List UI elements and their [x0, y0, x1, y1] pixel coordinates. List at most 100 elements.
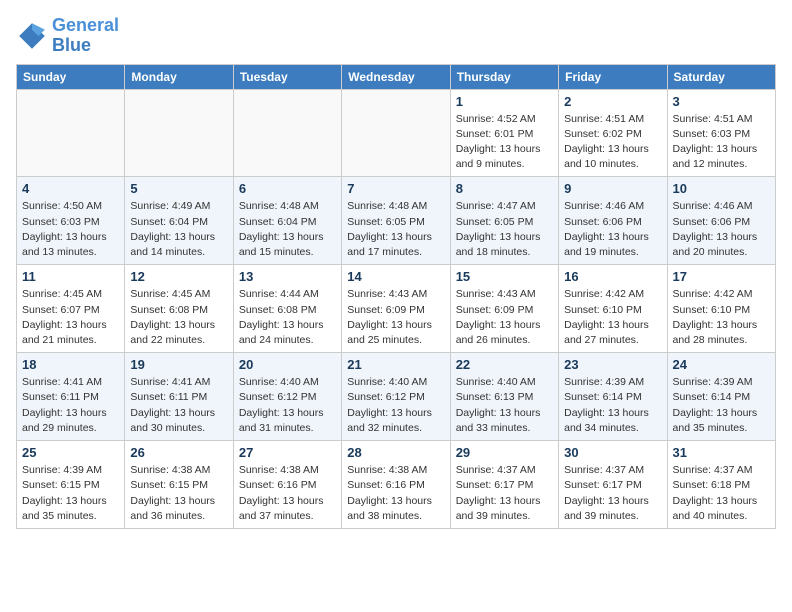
calendar-cell: 3 Sunrise: 4:51 AM Sunset: 6:03 PM Daylig…: [667, 89, 775, 177]
day-info: Sunrise: 4:41 AM Sunset: 6:11 PM Dayligh…: [22, 375, 119, 436]
day-number: 30: [564, 445, 661, 460]
day-info: Sunrise: 4:45 AM Sunset: 6:07 PM Dayligh…: [22, 287, 119, 348]
day-info: Sunrise: 4:48 AM Sunset: 6:05 PM Dayligh…: [347, 199, 444, 260]
calendar-week-4: 18Sunrise: 4:41 AM Sunset: 6:11 PM Dayli…: [17, 353, 776, 441]
day-info: Sunrise: 4:40 AM Sunset: 6:12 PM Dayligh…: [347, 375, 444, 436]
weekday-header-thursday: Thursday: [450, 64, 558, 89]
calendar-cell: 8 Sunrise: 4:47 AM Sunset: 6:05 PM Daylig…: [450, 177, 558, 265]
weekday-header-sunday: Sunday: [17, 64, 125, 89]
day-number: 2: [564, 94, 661, 109]
calendar-cell: 11 Sunrise: 4:45 AM Sunset: 6:07 PM Dayli…: [17, 265, 125, 353]
day-number: 22: [456, 357, 553, 372]
day-number: 8: [456, 181, 553, 196]
calendar-cell: 15Sunrise: 4:43 AM Sunset: 6:09 PM Dayli…: [450, 265, 558, 353]
calendar-cell: 31 Sunrise: 4:37 AM Sunset: 6:18 PM Dayli…: [667, 441, 775, 529]
day-info: Sunrise: 4:49 AM Sunset: 6:04 PM Dayligh…: [130, 199, 227, 260]
calendar-cell: 12 Sunrise: 4:45 AM Sunset: 6:08 PM Dayli…: [125, 265, 233, 353]
day-number: 31: [673, 445, 770, 460]
day-info: Sunrise: 4:44 AM Sunset: 6:08 PM Dayligh…: [239, 287, 336, 348]
day-number: 29: [456, 445, 553, 460]
calendar-cell: 21 Sunrise: 4:40 AM Sunset: 6:12 PM Dayli…: [342, 353, 450, 441]
calendar-week-5: 25 Sunrise: 4:39 AM Sunset: 6:15 PM Dayli…: [17, 441, 776, 529]
calendar-cell: 29 Sunrise: 4:37 AM Sunset: 6:17 PM Dayli…: [450, 441, 558, 529]
calendar-cell: 22 Sunrise: 4:40 AM Sunset: 6:13 PM Dayli…: [450, 353, 558, 441]
day-number: 24: [673, 357, 770, 372]
weekday-header-row: SundayMondayTuesdayWednesdayThursdayFrid…: [17, 64, 776, 89]
calendar-cell: 26Sunrise: 4:38 AM Sunset: 6:15 PM Dayli…: [125, 441, 233, 529]
day-info: Sunrise: 4:45 AM Sunset: 6:08 PM Dayligh…: [130, 287, 227, 348]
logo-text: General Blue: [52, 16, 119, 56]
calendar-cell: [342, 89, 450, 177]
day-number: 7: [347, 181, 444, 196]
day-number: 4: [22, 181, 119, 196]
weekday-header-friday: Friday: [559, 64, 667, 89]
day-number: 19: [130, 357, 227, 372]
calendar-cell: 5 Sunrise: 4:49 AM Sunset: 6:04 PM Daylig…: [125, 177, 233, 265]
calendar-cell: [233, 89, 341, 177]
day-info: Sunrise: 4:37 AM Sunset: 6:18 PM Dayligh…: [673, 463, 770, 524]
day-number: 11: [22, 269, 119, 284]
day-number: 23: [564, 357, 661, 372]
day-info: Sunrise: 4:40 AM Sunset: 6:12 PM Dayligh…: [239, 375, 336, 436]
calendar-cell: 16Sunrise: 4:42 AM Sunset: 6:10 PM Dayli…: [559, 265, 667, 353]
day-info: Sunrise: 4:46 AM Sunset: 6:06 PM Dayligh…: [564, 199, 661, 260]
calendar-cell: 23 Sunrise: 4:39 AM Sunset: 6:14 PM Dayli…: [559, 353, 667, 441]
calendar-cell: 13 Sunrise: 4:44 AM Sunset: 6:08 PM Dayli…: [233, 265, 341, 353]
day-info: Sunrise: 4:47 AM Sunset: 6:05 PM Dayligh…: [456, 199, 553, 260]
calendar-cell: 25 Sunrise: 4:39 AM Sunset: 6:15 PM Dayli…: [17, 441, 125, 529]
calendar-cell: 2 Sunrise: 4:51 AM Sunset: 6:02 PM Daylig…: [559, 89, 667, 177]
day-info: Sunrise: 4:51 AM Sunset: 6:02 PM Dayligh…: [564, 112, 661, 173]
day-info: Sunrise: 4:42 AM Sunset: 6:10 PM Dayligh…: [564, 287, 661, 348]
weekday-header-monday: Monday: [125, 64, 233, 89]
day-info: Sunrise: 4:50 AM Sunset: 6:03 PM Dayligh…: [22, 199, 119, 260]
day-info: Sunrise: 4:46 AM Sunset: 6:06 PM Dayligh…: [673, 199, 770, 260]
day-number: 20: [239, 357, 336, 372]
calendar-table: SundayMondayTuesdayWednesdayThursdayFrid…: [16, 64, 776, 529]
day-info: Sunrise: 4:39 AM Sunset: 6:14 PM Dayligh…: [673, 375, 770, 436]
day-info: Sunrise: 4:37 AM Sunset: 6:17 PM Dayligh…: [564, 463, 661, 524]
day-number: 25: [22, 445, 119, 460]
day-number: 6: [239, 181, 336, 196]
calendar-cell: 9 Sunrise: 4:46 AM Sunset: 6:06 PM Daylig…: [559, 177, 667, 265]
calendar-body: 1Sunrise: 4:52 AM Sunset: 6:01 PM Daylig…: [17, 89, 776, 528]
day-number: 14: [347, 269, 444, 284]
day-info: Sunrise: 4:48 AM Sunset: 6:04 PM Dayligh…: [239, 199, 336, 260]
day-number: 17: [673, 269, 770, 284]
calendar-cell: 20 Sunrise: 4:40 AM Sunset: 6:12 PM Dayli…: [233, 353, 341, 441]
day-info: Sunrise: 4:39 AM Sunset: 6:14 PM Dayligh…: [564, 375, 661, 436]
day-info: Sunrise: 4:43 AM Sunset: 6:09 PM Dayligh…: [347, 287, 444, 348]
calendar-cell: 19 Sunrise: 4:41 AM Sunset: 6:11 PM Dayli…: [125, 353, 233, 441]
day-info: Sunrise: 4:38 AM Sunset: 6:16 PM Dayligh…: [347, 463, 444, 524]
calendar-cell: [125, 89, 233, 177]
day-info: Sunrise: 4:39 AM Sunset: 6:15 PM Dayligh…: [22, 463, 119, 524]
calendar-week-2: 4 Sunrise: 4:50 AM Sunset: 6:03 PM Daylig…: [17, 177, 776, 265]
day-info: Sunrise: 4:51 AM Sunset: 6:03 PM Dayligh…: [673, 112, 770, 173]
day-number: 5: [130, 181, 227, 196]
day-number: 9: [564, 181, 661, 196]
calendar-cell: 10Sunrise: 4:46 AM Sunset: 6:06 PM Dayli…: [667, 177, 775, 265]
day-info: Sunrise: 4:40 AM Sunset: 6:13 PM Dayligh…: [456, 375, 553, 436]
day-number: 3: [673, 94, 770, 109]
day-number: 1: [456, 94, 553, 109]
calendar-cell: 27 Sunrise: 4:38 AM Sunset: 6:16 PM Dayli…: [233, 441, 341, 529]
calendar-cell: 18Sunrise: 4:41 AM Sunset: 6:11 PM Dayli…: [17, 353, 125, 441]
day-number: 21: [347, 357, 444, 372]
day-info: Sunrise: 4:41 AM Sunset: 6:11 PM Dayligh…: [130, 375, 227, 436]
calendar-cell: 1Sunrise: 4:52 AM Sunset: 6:01 PM Daylig…: [450, 89, 558, 177]
calendar-cell: 30 Sunrise: 4:37 AM Sunset: 6:17 PM Dayli…: [559, 441, 667, 529]
day-info: Sunrise: 4:37 AM Sunset: 6:17 PM Dayligh…: [456, 463, 553, 524]
day-number: 12: [130, 269, 227, 284]
calendar-cell: 4 Sunrise: 4:50 AM Sunset: 6:03 PM Daylig…: [17, 177, 125, 265]
weekday-header-tuesday: Tuesday: [233, 64, 341, 89]
calendar-cell: 28 Sunrise: 4:38 AM Sunset: 6:16 PM Dayli…: [342, 441, 450, 529]
logo: General Blue: [16, 16, 119, 56]
day-number: 28: [347, 445, 444, 460]
day-info: Sunrise: 4:43 AM Sunset: 6:09 PM Dayligh…: [456, 287, 553, 348]
calendar-cell: 17Sunrise: 4:42 AM Sunset: 6:10 PM Dayli…: [667, 265, 775, 353]
calendar-cell: 14 Sunrise: 4:43 AM Sunset: 6:09 PM Dayli…: [342, 265, 450, 353]
day-number: 13: [239, 269, 336, 284]
day-number: 27: [239, 445, 336, 460]
calendar-cell: 7 Sunrise: 4:48 AM Sunset: 6:05 PM Daylig…: [342, 177, 450, 265]
calendar-cell: [17, 89, 125, 177]
day-info: Sunrise: 4:38 AM Sunset: 6:16 PM Dayligh…: [239, 463, 336, 524]
